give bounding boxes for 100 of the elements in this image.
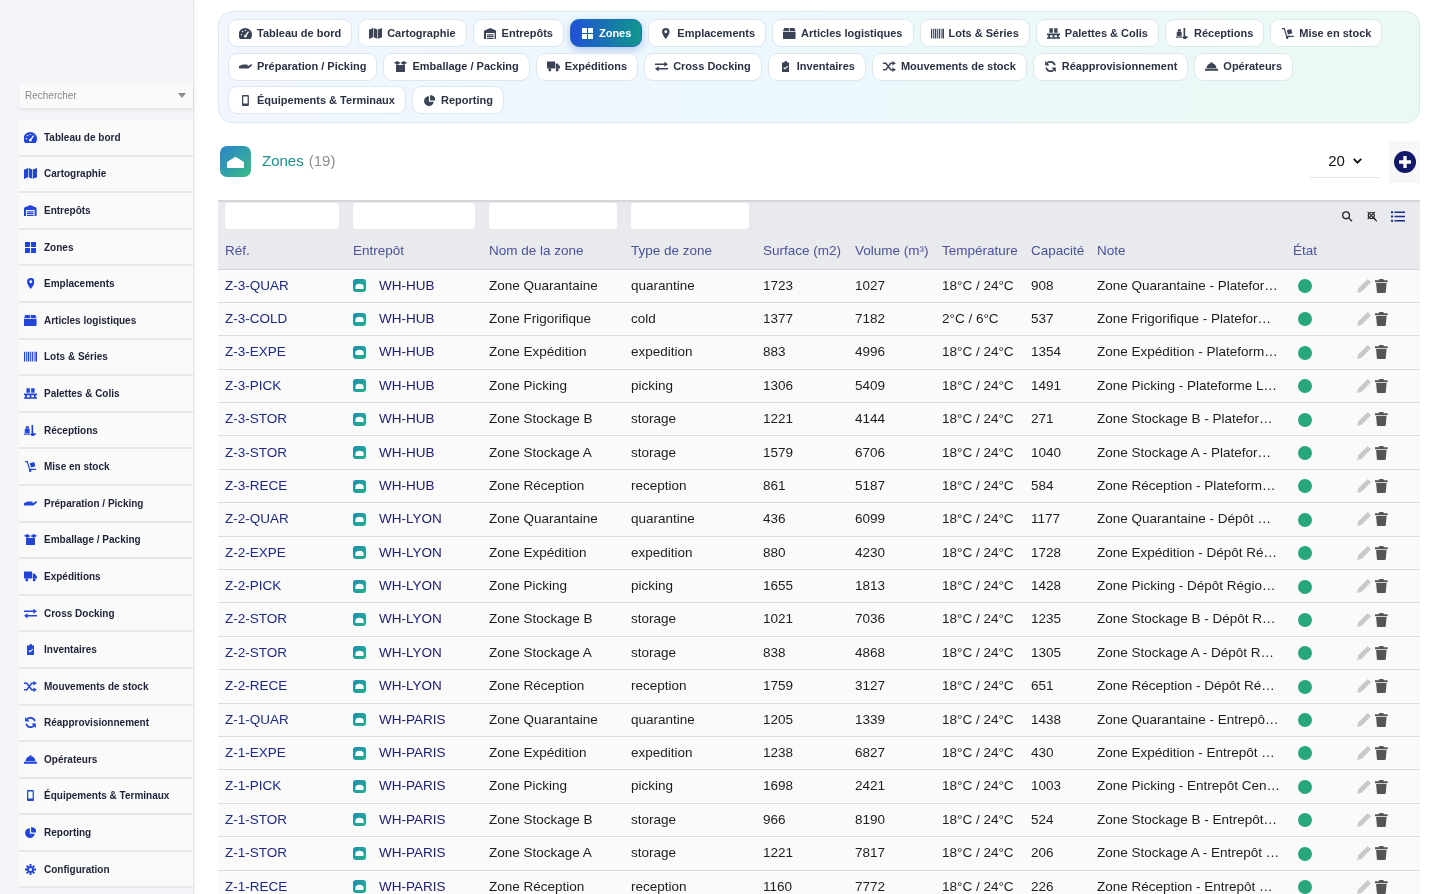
- filter-field[interactable]: [353, 203, 475, 229]
- sidebar-item[interactable]: Palettes & Colis: [19, 376, 193, 413]
- module-tab[interactable]: Zones: [569, 19, 643, 47]
- module-tab[interactable]: Inventaires: [767, 52, 866, 81]
- page-title: Zones: [262, 151, 304, 172]
- module-tab[interactable]: Reporting: [411, 86, 504, 114]
- trash-icon[interactable]: [1375, 646, 1388, 660]
- sidebar-item[interactable]: Inventaires: [19, 632, 193, 669]
- module-tab[interactable]: Emballage / Packing: [383, 52, 530, 81]
- trash-icon[interactable]: [1375, 679, 1388, 694]
- trash-icon[interactable]: [1375, 579, 1388, 594]
- sidebar-item[interactable]: Tableau de bord: [19, 120, 193, 157]
- table-cell: 18°C / 24°C: [935, 335, 1024, 370]
- clear-search-icon[interactable]: [1366, 209, 1377, 223]
- module-tab[interactable]: Emplacements: [648, 19, 766, 47]
- module-tab[interactable]: Opérateurs: [1194, 52, 1294, 81]
- phone-icon: [27, 790, 34, 802]
- phone-icon: [242, 94, 249, 106]
- sidebar-item[interactable]: Lots & Séries: [19, 339, 193, 377]
- page-size-select[interactable]: 20: [1310, 145, 1380, 178]
- table-cell: 4868: [848, 636, 935, 670]
- sidebar-item[interactable]: Mouvements de stock: [19, 668, 193, 706]
- trash-icon[interactable]: [1375, 812, 1388, 827]
- gauge-icon: [239, 27, 252, 39]
- list-icon[interactable]: [1391, 209, 1405, 223]
- module-tab[interactable]: Cartographie: [358, 19, 467, 47]
- table-cell: quarantine: [624, 269, 756, 303]
- sidebar-item[interactable]: Opérateurs: [19, 742, 193, 779]
- module-tab[interactable]: Préparation / Picking: [228, 52, 378, 81]
- trash-icon[interactable]: [1375, 612, 1388, 627]
- sidebar-item[interactable]: Emballage / Packing: [19, 522, 193, 560]
- trash-icon[interactable]: [1375, 345, 1388, 360]
- sidebar-item[interactable]: Réapprovisionnement: [19, 705, 193, 743]
- module-tab[interactable]: Entrepôts: [472, 19, 564, 47]
- module-tab[interactable]: Mouvements de stock: [871, 52, 1027, 81]
- search-field[interactable]: Rechercher: [19, 83, 193, 108]
- module-tab[interactable]: Lots & Séries: [919, 19, 1030, 47]
- table-cell: 1354: [1024, 335, 1090, 370]
- module-tab[interactable]: Palettes & Colis: [1035, 19, 1159, 47]
- table-cell: 18°C / 24°C: [935, 269, 1024, 303]
- table-cell: Zone Expédition: [482, 536, 624, 570]
- trash-icon[interactable]: [1375, 879, 1388, 894]
- search-icon[interactable]: [1342, 209, 1353, 223]
- module-tab[interactable]: Articles logistiques: [772, 19, 914, 47]
- table-cell: 1723: [756, 269, 848, 303]
- module-tab[interactable]: Tableau de bord: [228, 19, 353, 47]
- module-tab[interactable]: Équipements & Terminaux: [228, 86, 406, 114]
- trash-icon[interactable]: [1375, 312, 1388, 327]
- module-tab[interactable]: Réceptions: [1164, 19, 1265, 47]
- caret-down-icon[interactable]: [178, 93, 186, 98]
- sidebar-item[interactable]: Reporting: [19, 815, 193, 852]
- table-cell: 18°C / 24°C: [935, 803, 1024, 837]
- table-cell: 6706: [848, 435, 935, 470]
- module-tab[interactable]: Expéditions: [535, 52, 639, 81]
- sidebar-item[interactable]: Préparation / Picking: [19, 485, 193, 523]
- box-icon: [783, 27, 796, 39]
- table-cell: 18°C / 24°C: [935, 636, 1024, 670]
- trash-icon[interactable]: [1375, 278, 1388, 293]
- sidebar-item[interactable]: Cartographie: [19, 156, 193, 194]
- sidebar-item[interactable]: Mise en stock: [19, 449, 193, 486]
- sidebar-item[interactable]: Zones: [19, 229, 193, 267]
- table-cell: 7772: [848, 870, 935, 894]
- table-cell: 1238: [756, 736, 848, 770]
- sidebar-item[interactable]: Réceptions: [19, 412, 193, 450]
- sidebar-item[interactable]: Entrepôts: [19, 193, 193, 230]
- column-header: Surface (m2): [756, 230, 848, 269]
- trash-icon[interactable]: [1375, 746, 1388, 761]
- table-cell: Zone Picking: [482, 769, 624, 804]
- trash-icon[interactable]: [1375, 545, 1388, 560]
- dolly-icon: [1281, 27, 1294, 39]
- trash-icon[interactable]: [1375, 378, 1388, 393]
- trash-icon[interactable]: [1375, 512, 1388, 527]
- column-header: Réf.: [218, 230, 346, 269]
- dome-icon: [353, 646, 366, 660]
- filter-field[interactable]: [631, 203, 749, 229]
- module-tab[interactable]: Mise en stock: [1270, 19, 1383, 47]
- table-cell: Zone Quarantaine - Dépôt …: [1090, 502, 1286, 537]
- table-cell: 1040: [1024, 435, 1090, 470]
- filter-field[interactable]: [225, 203, 339, 229]
- sidebar-item[interactable]: Équipements & Terminaux: [19, 778, 193, 816]
- sidebar-item[interactable]: Cross Docking: [19, 595, 193, 633]
- sidebar-item[interactable]: Emplacements: [19, 266, 193, 303]
- trash-icon[interactable]: [1375, 779, 1388, 794]
- trash-icon[interactable]: [1375, 479, 1388, 494]
- trash-icon[interactable]: [1375, 846, 1388, 861]
- table-cell: 651: [1024, 669, 1090, 704]
- sidebar-item[interactable]: Expéditions: [19, 559, 193, 596]
- trash-icon[interactable]: [1375, 412, 1388, 427]
- table-cell: Zone Quarantaine - Platefor…: [1090, 269, 1286, 303]
- sidebar-item[interactable]: Articles logistiques: [19, 302, 193, 340]
- dome-icon: [353, 746, 366, 760]
- table-cell: 18°C / 24°C: [935, 536, 1024, 570]
- module-tab[interactable]: Réapprovisionnement: [1032, 52, 1189, 81]
- table-cell: Zone Stockage A - Platefor…: [1090, 435, 1286, 470]
- sidebar-item[interactable]: Configuration: [19, 851, 193, 889]
- trash-icon[interactable]: [1375, 712, 1388, 727]
- module-tab[interactable]: Cross Docking: [644, 52, 762, 81]
- filter-field[interactable]: [489, 203, 617, 229]
- add-button[interactable]: [1389, 140, 1420, 183]
- trash-icon[interactable]: [1375, 445, 1388, 460]
